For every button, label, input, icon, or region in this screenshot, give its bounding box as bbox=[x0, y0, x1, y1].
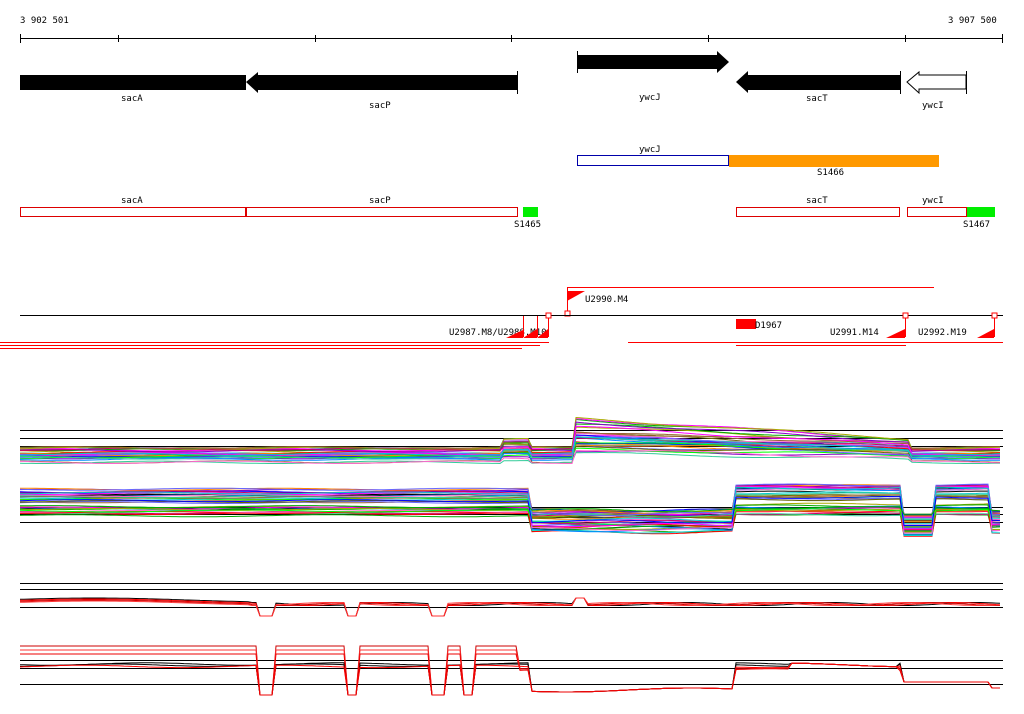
ruler-axis bbox=[20, 34, 1003, 43]
s1467-segment[interactable] bbox=[967, 207, 995, 217]
sacA-segment-box[interactable] bbox=[20, 207, 246, 217]
ywcJ-transcript-label: ywcJ bbox=[639, 145, 661, 155]
gene-sacT-arrow[interactable] bbox=[736, 71, 900, 93]
gene-sacP-label: sacP bbox=[369, 101, 391, 111]
ywcJ-transcript-box[interactable] bbox=[577, 155, 729, 166]
transcript-track: ywcJ S1466 bbox=[577, 145, 939, 178]
u2992-label: U2992.M19 bbox=[918, 328, 967, 338]
sacP-segment-label: sacP bbox=[369, 196, 391, 206]
ywcI-segment-label: ywcI bbox=[922, 196, 944, 206]
cluster-square bbox=[545, 312, 552, 319]
sacT-segment-box[interactable] bbox=[736, 207, 900, 217]
d1967-block[interactable] bbox=[736, 319, 756, 329]
expr2-trace bbox=[19, 512, 1001, 536]
u2991-square bbox=[902, 312, 909, 319]
genome-browser: 3 902 501 3 907 500 sacA sacP ywcJ sacT … bbox=[0, 0, 1024, 714]
u2991-label: U2991.M14 bbox=[830, 328, 879, 338]
sacT-segment-label: sacT bbox=[806, 196, 828, 206]
expr4-trace bbox=[20, 649, 1000, 696]
u2990-flag[interactable] bbox=[567, 291, 585, 301]
gene-sacT-label: sacT bbox=[806, 94, 828, 104]
u2990-label: U2990.M4 bbox=[585, 295, 628, 305]
gene-track: sacA sacP ywcJ sacT ywcI bbox=[20, 51, 967, 111]
expression-track-3 bbox=[19, 583, 1003, 617]
feature-track: U2990.M4 U2987.M8/U2988.M10 D1967 U2991.… bbox=[0, 287, 1003, 349]
gene-sacA-bar[interactable] bbox=[20, 75, 246, 90]
expression-track-1 bbox=[19, 416, 1003, 465]
segment-track: sacA sacP S1465 sacT ywcI S1467 bbox=[20, 196, 995, 230]
gene-ywcI-label: ywcI bbox=[922, 101, 944, 111]
d1967-label: D1967 bbox=[755, 321, 782, 331]
expression-track-4 bbox=[19, 645, 1003, 696]
gene-ywcI-arrow[interactable] bbox=[906, 70, 967, 95]
u2991-flag[interactable] bbox=[886, 329, 905, 338]
ruler-end-label: 3 907 500 bbox=[948, 16, 997, 26]
s1466-segment[interactable] bbox=[729, 155, 939, 167]
ruler-start-label: 3 902 501 bbox=[20, 16, 69, 26]
sacP-segment-box[interactable] bbox=[246, 207, 518, 217]
expression-track-2 bbox=[19, 483, 1003, 537]
expr4-trace bbox=[19, 662, 1000, 696]
gene-sacP-arrow[interactable] bbox=[246, 72, 517, 93]
s1465-segment[interactable] bbox=[523, 207, 538, 217]
gene-ywcJ-arrow[interactable] bbox=[577, 51, 729, 73]
sacA-segment-label: sacA bbox=[121, 196, 143, 206]
expr4-trace bbox=[20, 645, 1000, 696]
s1467-label: S1467 bbox=[963, 220, 990, 230]
gene-ywcJ-label: ywcJ bbox=[639, 93, 661, 103]
feature-span-lines bbox=[0, 342, 1003, 349]
u2992-square bbox=[991, 312, 998, 319]
u2992-flag[interactable] bbox=[977, 329, 994, 338]
s1465-label: S1465 bbox=[514, 220, 541, 230]
s1466-label: S1466 bbox=[817, 168, 844, 178]
ywcI-segment-box[interactable] bbox=[907, 207, 967, 217]
gene-sacA-label: sacA bbox=[121, 94, 143, 104]
